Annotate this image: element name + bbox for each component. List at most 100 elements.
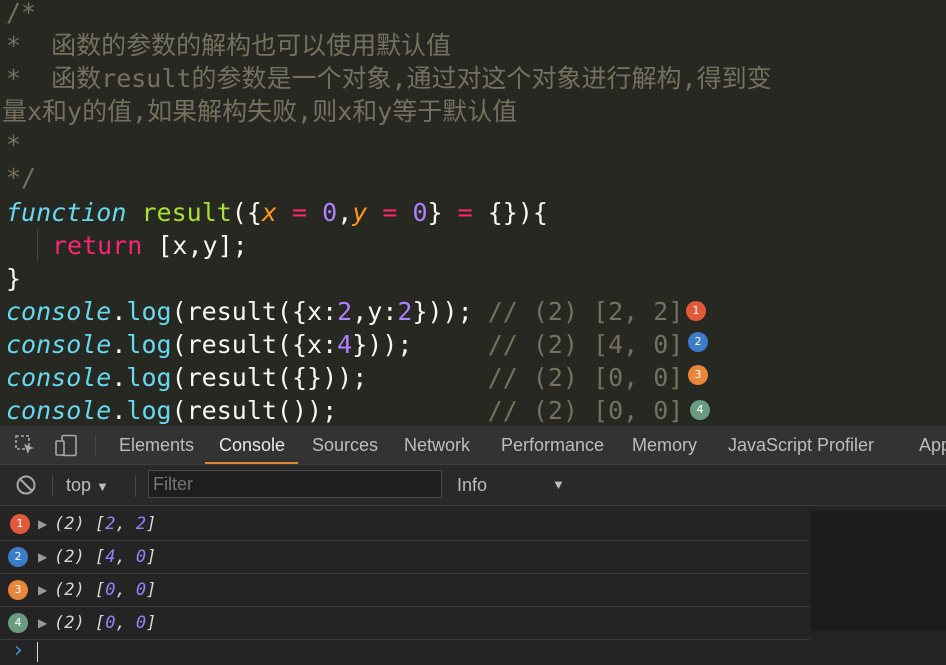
operator: =: [442, 198, 488, 227]
code-token: {}){: [487, 198, 548, 227]
devtools-tabbar: Elements Console Sources Network Perform…: [0, 426, 946, 465]
return-keyword: return: [52, 231, 143, 260]
code-token: ,: [337, 198, 353, 227]
console-side-panel: [811, 511, 946, 631]
array-separator: ,: [115, 613, 136, 633]
return-line: return [x,y];: [52, 229, 248, 262]
console-message-row[interactable]: 3 ▶ (2) [0, 0]: [0, 574, 810, 607]
code-token: [x,y];: [142, 231, 248, 260]
code-token: (result({x:: [171, 330, 338, 359]
inline-comment: // (2) [0, 0]: [487, 396, 684, 425]
inspect-element-icon[interactable]: [14, 434, 36, 456]
log-method: log: [126, 297, 172, 326]
line-badge-2: 2: [688, 332, 708, 352]
default-value-x: 0: [322, 198, 338, 227]
toolbar-divider: [52, 475, 53, 497]
text-cursor: [37, 642, 38, 662]
message-badge: 2: [8, 547, 28, 567]
expand-arrow-icon[interactable]: ▶: [38, 541, 47, 573]
toolbar-divider: [135, 475, 136, 497]
filter-input[interactable]: [148, 470, 442, 498]
expand-arrow-icon[interactable]: ▶: [38, 574, 47, 606]
code-token: (result());: [171, 396, 488, 425]
code-token: }));: [352, 330, 488, 359]
comment-line: *: [6, 130, 22, 159]
console-message-row[interactable]: 2 ▶ (2) [4, 0]: [0, 541, 810, 574]
code-token: ,y:: [352, 297, 398, 326]
tab-performance[interactable]: Performance: [501, 426, 604, 464]
context-label: top: [66, 475, 92, 495]
clear-console-icon[interactable]: [15, 474, 37, 496]
log-level-selector[interactable]: Info ▼: [457, 465, 569, 505]
array-separator: ,: [115, 580, 136, 600]
array-value: 0: [135, 613, 147, 633]
inline-comment: // (2) [0, 0]: [487, 363, 684, 392]
number-literal: 4: [337, 330, 353, 359]
prompt-chevron-icon: ›: [14, 638, 23, 663]
line-badge-1: 1: [686, 301, 706, 321]
console-message-row[interactable]: 1 ▶ (2) [2, 2]: [0, 508, 810, 541]
console-filter-bar: top ▼ Info ▼: [0, 465, 946, 506]
console-output: (2) [4, 0]: [54, 541, 156, 573]
tab-javascript-profiler[interactable]: JavaScript Profiler: [728, 426, 874, 464]
function-keyword: function: [6, 198, 127, 227]
array-value: 0: [105, 613, 116, 633]
array-separator: ,: [115, 514, 136, 534]
comment-line: */: [6, 163, 37, 192]
devtools-panel: Elements Console Sources Network Perform…: [0, 426, 946, 665]
log-method: log: [126, 330, 172, 359]
code-token: .: [111, 330, 127, 359]
line-badge-4: 4: [690, 400, 710, 420]
operator: =: [276, 198, 323, 227]
param-y: y: [352, 198, 368, 227]
inline-comment: // (2) [4, 0]: [487, 330, 684, 359]
number-literal: 2: [397, 297, 413, 326]
console-log-line: console.log(result({x:4})); // (2) [4, 0…: [6, 328, 683, 361]
array-bracket: (2) [: [54, 613, 106, 633]
array-value: 0: [135, 580, 147, 600]
number-literal: 2: [337, 297, 353, 326]
log-method: log: [126, 396, 172, 425]
expand-arrow-icon[interactable]: ▶: [38, 508, 47, 540]
array-bracket: ]: [146, 613, 157, 633]
closing-brace: }: [6, 264, 22, 293]
console-output: (2) [2, 2]: [54, 508, 156, 540]
array-bracket: ]: [146, 547, 157, 567]
console-prompt[interactable]: ›: [0, 638, 946, 665]
code-editor[interactable]: /* * 函数的参数的解构也可以使用默认值 * 函数result的参数是一个对象…: [0, 0, 946, 426]
tab-application[interactable]: App: [919, 426, 946, 464]
device-toolbar-icon[interactable]: [54, 434, 78, 458]
code-token: .: [111, 363, 127, 392]
function-name: result: [141, 198, 232, 227]
array-bracket: (2) [: [54, 580, 106, 600]
array-value: 4: [105, 547, 116, 567]
console-log-line: console.log(result({})); // (2) [0, 0]: [6, 361, 683, 394]
operator: =: [367, 198, 413, 227]
console-message-row[interactable]: 4 ▶ (2) [0, 0]: [0, 607, 810, 640]
comment-line: * 函数的参数的解构也可以使用默认值: [6, 31, 452, 60]
tab-elements[interactable]: Elements: [119, 426, 194, 464]
context-selector[interactable]: top ▼: [66, 465, 109, 507]
inline-comment: // (2) [2, 2]: [487, 297, 684, 326]
array-separator: ,: [115, 547, 136, 567]
console-object: console: [6, 363, 112, 392]
array-value: 0: [135, 547, 147, 567]
log-level-label: Info: [457, 475, 488, 495]
tab-network[interactable]: Network: [404, 426, 470, 464]
expand-arrow-icon[interactable]: ▶: [38, 607, 47, 639]
default-value-y: 0: [412, 198, 428, 227]
tab-memory[interactable]: Memory: [632, 426, 697, 464]
array-bracket: ]: [146, 580, 157, 600]
code-token: .: [111, 396, 127, 425]
array-bracket: (2) [: [54, 514, 106, 534]
dropdown-arrow-icon: ▼: [552, 477, 565, 492]
tab-console[interactable]: Console: [219, 426, 285, 464]
line-badge-3: 3: [688, 365, 708, 385]
console-log-line: console.log(result()); // (2) [0, 0]: [6, 394, 683, 426]
message-badge: 3: [8, 580, 28, 600]
code-token: (result({}));: [171, 363, 488, 392]
tab-sources[interactable]: Sources: [312, 426, 378, 464]
console-object: console: [6, 396, 112, 425]
active-tab-indicator: [205, 462, 298, 464]
array-bracket: ]: [146, 514, 157, 534]
